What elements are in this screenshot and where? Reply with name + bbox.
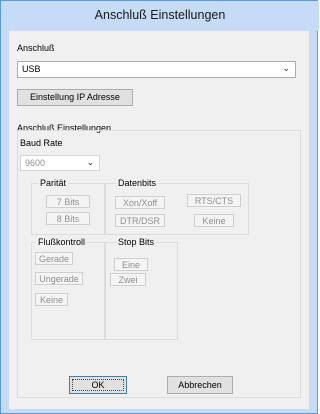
paritaet-group: Parität bbox=[31, 178, 105, 235]
cancel-button[interactable]: Abbrechen bbox=[167, 376, 233, 394]
window-title: Anschluß Einstellungen bbox=[94, 8, 226, 22]
paritaet-8bits-button[interactable]: 8 Bits bbox=[46, 212, 90, 225]
title-bar[interactable]: Anschluß Einstellungen bbox=[1, 1, 319, 31]
anschluss-selected-value: USB bbox=[22, 64, 41, 74]
anschluss-label: Anschluß bbox=[17, 43, 55, 53]
flusskontroll-keine-button[interactable]: Keine bbox=[35, 293, 68, 306]
datenbits-group: Datenbits bbox=[105, 178, 249, 235]
gerade-button[interactable]: Gerade bbox=[35, 252, 73, 265]
chevron-down-icon[interactable]: ⌄ bbox=[282, 63, 290, 74]
datenbits-keine-button[interactable]: Keine bbox=[194, 214, 234, 227]
flusskontroll-title: Flußkontroll bbox=[36, 237, 88, 247]
dtr-dsr-button[interactable]: DTR/DSR bbox=[115, 214, 165, 227]
dialog-body: Anschluß USB ⌄ Einstellung IP Adresse An… bbox=[9, 31, 309, 409]
chevron-down-icon: ⌄ bbox=[86, 157, 94, 167]
rts-cts-button[interactable]: RTS/CTS bbox=[187, 194, 241, 207]
stopbits-title: Stop Bits bbox=[116, 237, 157, 247]
focus-indicator bbox=[72, 379, 124, 391]
datenbits-title: Datenbits bbox=[116, 178, 159, 188]
paritaet-7bits-button[interactable]: 7 Bits bbox=[46, 195, 90, 208]
ungerade-button[interactable]: Ungerade bbox=[35, 272, 83, 285]
xon-xoff-button[interactable]: Xon/Xoff bbox=[115, 196, 165, 209]
ok-button[interactable]: OK bbox=[69, 376, 127, 394]
baud-rate-value: 9600 bbox=[25, 158, 46, 168]
stopbits-group: Stop Bits bbox=[105, 237, 178, 340]
eine-button[interactable]: Eine bbox=[114, 258, 148, 271]
zwei-button[interactable]: Zwei bbox=[110, 273, 146, 286]
baud-rate-select: 9600 ⌄ bbox=[20, 155, 100, 171]
anschluss-select[interactable]: USB ⌄ bbox=[17, 61, 296, 78]
dialog-window: Anschluß Einstellungen Anschluß USB ⌄ Ei… bbox=[0, 0, 319, 414]
ip-settings-button[interactable]: Einstellung IP Adresse bbox=[17, 89, 133, 106]
paritaet-title: Parität bbox=[38, 178, 69, 188]
baud-rate-label: Baud Rate bbox=[20, 138, 63, 148]
